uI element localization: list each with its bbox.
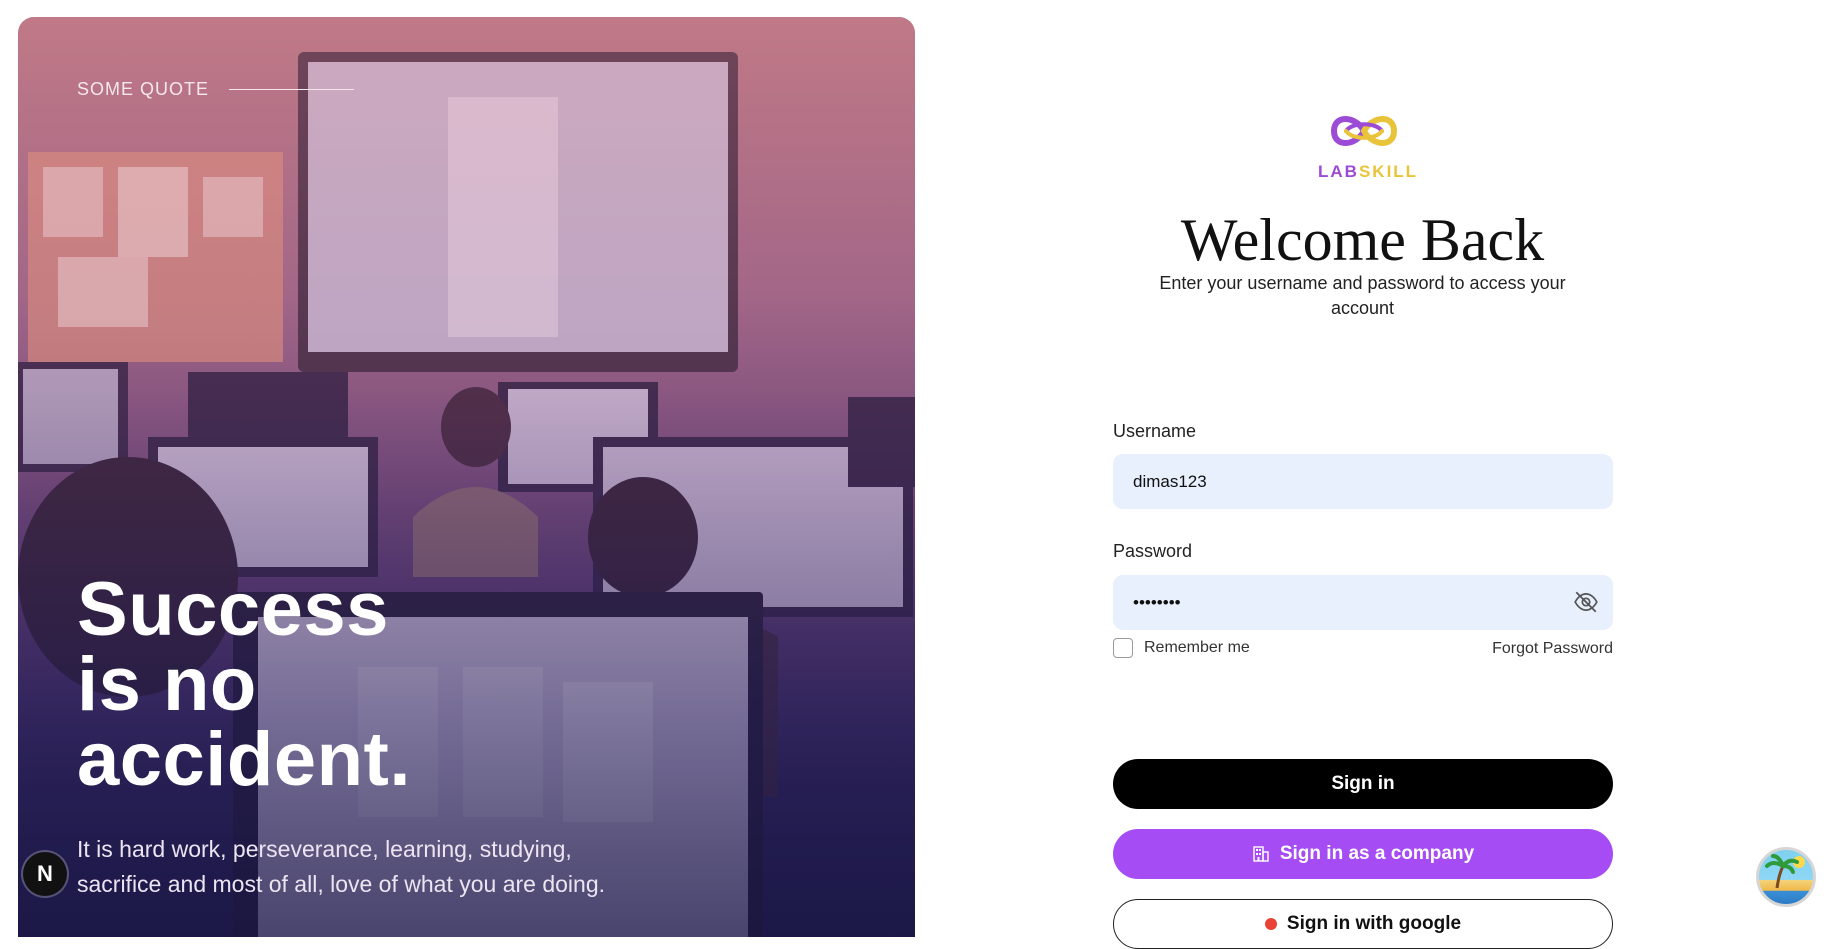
forgot-password-link[interactable]: Forgot Password [1480,640,1613,658]
headline-line-3: accident. [77,717,411,802]
island-avatar-icon[interactable] [1756,847,1816,907]
username-label: Username [1113,421,1197,441]
remember-me-checkbox[interactable] [1113,638,1133,658]
remember-me-label: Remember me [1144,639,1250,656]
hero-tagline: It is hard work, perseverance, learning,… [77,836,606,897]
sign-in-company-button[interactable]: Sign in as a company [1113,829,1613,879]
password-value: •••••••• [1133,592,1181,612]
username-value: dimas123 [1133,471,1207,491]
hero-headline: Success is no accident. [77,567,411,802]
infinity-logo-icon [1330,116,1398,146]
password-input[interactable]: •••••••• [1113,575,1613,630]
hero-panel: SOME QUOTE Success is no accident. It is… [18,17,915,937]
remember-me[interactable]: Remember me [1113,638,1250,658]
logo-wordmark: LABSKILL [1318,162,1416,182]
labskill-logo: LABSKILL [1318,108,1416,182]
sign-in-label: Sign in [1331,773,1395,794]
sign-in-button[interactable]: Sign in [1113,759,1613,809]
sign-in-google-label: Sign in with google [1286,913,1462,934]
page-title: Welcome Back [1180,207,1545,273]
sign-in-company-label: Sign in as a company [1279,843,1475,864]
dev-tools-badge[interactable]: N [23,852,67,896]
quote-label-text: SOME QUOTE [77,79,210,99]
eye-slash-icon[interactable] [1573,589,1599,615]
headline-line-1: Success [77,567,389,652]
password-label: Password [1113,541,1193,561]
logo-lab-text: LAB [1318,162,1359,181]
page-subtitle: Enter your username and password to acce… [1159,273,1566,318]
quote-divider [229,89,355,90]
sign-in-google-button[interactable]: Sign in with google [1113,899,1613,949]
quote-label: SOME QUOTE [77,79,355,100]
logo-skill-text: SKILL [1358,162,1419,181]
building-icon [1253,846,1269,862]
username-input[interactable]: dimas123 [1113,454,1613,509]
headline-line-2: is no [77,642,257,727]
palm-tree-icon [1765,854,1805,889]
